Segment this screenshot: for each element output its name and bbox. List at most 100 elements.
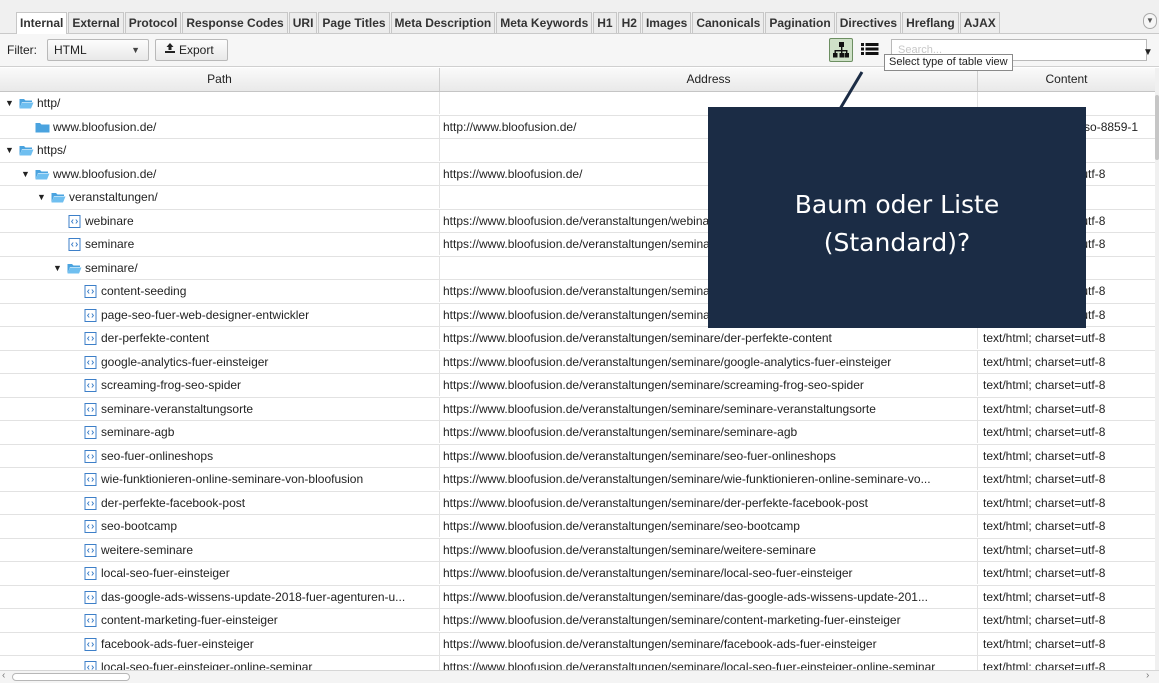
path-label: seo-bootcamp <box>101 519 178 533</box>
path-cell: ▼ seminare/ <box>0 256 440 279</box>
table-row[interactable]: seo-bootcamp https://www.bloofusion.de/ve… <box>0 515 1155 539</box>
path-cell: ▼ www.bloofusion.de/ <box>0 162 440 185</box>
html-file-icon <box>84 308 97 322</box>
tab-meta-keywords[interactable]: Meta Keywords <box>496 12 593 33</box>
table-row[interactable]: screaming-frog-seo-spider https://www.blo… <box>0 374 1155 398</box>
tree-expand-icon[interactable]: ▼ <box>21 163 30 185</box>
path-cell: webinare <box>0 209 440 232</box>
address-cell: https://www.bloofusion.de/veranstaltunge… <box>440 656 978 670</box>
content-cell: text/html; charset=utf-8 <box>983 354 1106 369</box>
html-file-icon <box>84 332 97 345</box>
table-row[interactable]: wie-funktionieren-online-seminare-von-bl… <box>0 468 1155 492</box>
html-file-icon <box>84 543 97 557</box>
filter-label: Filter: <box>7 43 37 57</box>
scroll-right-icon[interactable]: › <box>1146 670 1149 681</box>
column-header-path[interactable]: Path <box>0 68 440 91</box>
table-row[interactable]: content-marketing-fuer-einsteiger https:/… <box>0 609 1155 633</box>
content-cell: text/html; charset=utf-8 <box>983 636 1106 651</box>
path-label: seminare <box>85 237 135 251</box>
content-cell: text/html; charset=utf-8 <box>983 472 1106 486</box>
callout-line-1: Baum oder Liste <box>794 189 1000 219</box>
content-cell: text/html; charset=utf-8 <box>983 331 1106 345</box>
tab-uri[interactable]: URI <box>288 12 318 33</box>
path-label: der-perfekte-content <box>101 331 210 345</box>
path-label: content-seeding <box>101 284 187 298</box>
search-dropdown-icon[interactable]: ▼ <box>1143 47 1153 58</box>
html-file-icon <box>84 379 97 392</box>
table-row[interactable]: der-perfekte-facebook-post https://www.bl… <box>0 491 1155 515</box>
tab-hreflang[interactable]: Hreflang <box>902 12 959 33</box>
content-cell: text/html; charset=utf-8 <box>983 660 1106 670</box>
tab-h1[interactable]: H1 <box>593 12 617 33</box>
address-cell: https://www.bloofusion.de/veranstaltunge… <box>440 444 978 467</box>
tab-response-codes[interactable]: Response Codes <box>182 12 288 33</box>
path-cell: seminare-veranstaltungsorte <box>0 397 440 420</box>
path-cell: content-marketing-fuer-einsteiger <box>0 609 440 631</box>
content-cell: text/html; charset=utf-8 <box>983 401 1106 416</box>
path-label: local-seo-fuer-einsteiger-online-seminar <box>101 660 313 670</box>
tab-meta-description[interactable]: Meta Description <box>390 12 496 33</box>
path-label: local-seo-fuer-einsteiger <box>101 566 230 580</box>
tab-external[interactable]: External <box>68 12 124 33</box>
tab-images[interactable]: Images <box>641 12 692 33</box>
column-header-address[interactable]: Address <box>440 68 978 91</box>
table-row[interactable]: der-perfekte-content https://www.bloofusi… <box>0 327 1155 351</box>
tree-expand-icon[interactable]: ▼ <box>5 92 14 114</box>
list-view-button[interactable] <box>858 38 882 62</box>
table-row[interactable]: seo-fuer-onlineshops https://www.bloofusi… <box>0 444 1155 468</box>
folder-open-icon <box>67 263 82 273</box>
filter-select[interactable]: HTML ▼ <box>47 39 149 61</box>
scroll-left-icon[interactable]: ‹ <box>2 670 5 681</box>
tab-ajax[interactable]: AJAX <box>959 12 1000 33</box>
path-cell: das-google-ads-wissens-update-2018-fuer-… <box>0 585 440 608</box>
tree-view-button[interactable] <box>829 38 853 62</box>
horizontal-scroll-thumb[interactable] <box>12 673 130 681</box>
export-button[interactable]: Export <box>155 39 228 61</box>
path-cell: local-seo-fuer-einsteiger <box>0 562 440 584</box>
html-file-icon <box>68 214 81 228</box>
tab-h2[interactable]: H2 <box>617 12 641 33</box>
html-file-icon <box>68 238 81 251</box>
tree-expand-icon[interactable]: ▼ <box>53 257 62 279</box>
table-row[interactable]: local-seo-fuer-einsteiger https://www.blo… <box>0 562 1155 586</box>
path-cell: google-analytics-fuer-einsteiger <box>0 350 440 373</box>
folder-open-icon <box>19 146 34 156</box>
tab-directives[interactable]: Directives <box>835 12 902 33</box>
tab-protocol[interactable]: Protocol <box>124 12 182 33</box>
table-row[interactable]: seminare-agb https://www.bloofusion.de/ve… <box>0 421 1155 445</box>
table-row[interactable]: das-google-ads-wissens-update-2018-fuer-… <box>0 585 1155 609</box>
html-file-icon <box>84 473 97 486</box>
column-header-content[interactable]: Content <box>978 68 1155 91</box>
address-cell: https://www.bloofusion.de/veranstaltunge… <box>440 585 978 608</box>
tab-overflow-button[interactable]: ▼ <box>1143 13 1157 29</box>
tab-pagination[interactable]: Pagination <box>765 12 835 33</box>
table-row[interactable]: seminare-veranstaltungsorte https://www.b… <box>0 397 1155 421</box>
path-label: https/ <box>37 143 67 157</box>
tab-page-titles[interactable]: Page Titles <box>318 12 390 33</box>
html-file-icon <box>84 637 97 651</box>
table-row[interactable]: local-seo-fuer-einsteiger-online-seminar… <box>0 656 1155 670</box>
vertical-scroll-thumb[interactable] <box>1155 95 1159 160</box>
chevron-down-icon: ▼ <box>131 45 140 55</box>
tree-view-icon <box>833 42 849 58</box>
path-cell: weitere-seminare <box>0 538 440 561</box>
annotation-callout: Baum oder Liste (Standard)? <box>708 107 1086 328</box>
table-row[interactable]: weitere-seminare https://www.bloofusion.d… <box>0 538 1155 562</box>
tree-expand-icon[interactable]: ▼ <box>37 186 46 208</box>
tab-canonicals[interactable]: Canonicals <box>692 12 765 33</box>
folder-open-icon <box>51 193 66 203</box>
table-row[interactable]: facebook-ads-fuer-einsteiger https://www.… <box>0 632 1155 656</box>
list-view-icon <box>861 43 879 55</box>
export-button-label: Export <box>179 43 214 57</box>
table-row[interactable]: google-analytics-fuer-einsteiger https://… <box>0 350 1155 374</box>
horizontal-scrollbar[interactable] <box>0 670 1159 683</box>
html-file-icon <box>84 567 97 580</box>
tree-expand-icon[interactable]: ▼ <box>5 139 14 161</box>
path-cell: facebook-ads-fuer-einsteiger <box>0 632 440 655</box>
address-cell: https://www.bloofusion.de/veranstaltunge… <box>440 374 978 396</box>
html-file-icon <box>84 496 97 510</box>
tab-internal[interactable]: Internal <box>16 12 68 34</box>
table-header: Path Address Content <box>0 68 1155 92</box>
address-cell: https://www.bloofusion.de/veranstaltunge… <box>440 421 978 443</box>
content-cell: text/html; charset=utf-8 <box>983 448 1106 463</box>
